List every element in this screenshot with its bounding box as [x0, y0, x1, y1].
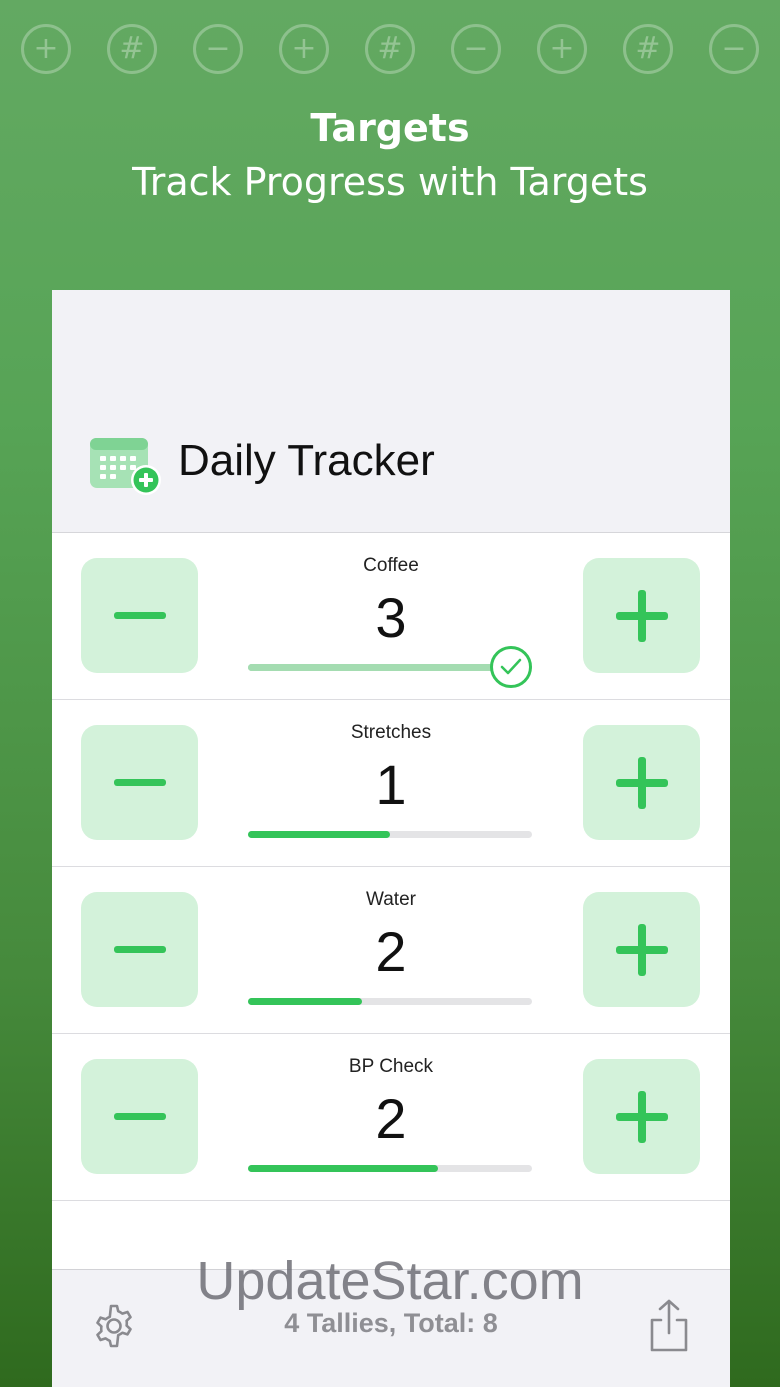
increment-button[interactable] — [583, 1059, 700, 1174]
tally-row: Coffee 3 — [52, 533, 730, 700]
increment-button[interactable] — [583, 725, 700, 840]
plus-icon — [615, 1090, 668, 1143]
progress-fill — [248, 831, 390, 838]
app-screen: Daily Tracker Coffee 3 Stretches 1 Water… — [52, 290, 730, 1387]
tally-row: BP Check 2 — [52, 1034, 730, 1201]
promo-subheadline: Track Progress with Targets — [132, 160, 648, 204]
minus-circle-icon: − — [193, 24, 243, 74]
decorative-icon-strip: + # − + # − + # − — [0, 24, 780, 74]
plus-icon — [615, 756, 668, 809]
target-met-check-icon — [490, 646, 532, 688]
progress-bar — [248, 831, 532, 838]
plus-circle-icon: + — [21, 24, 71, 74]
hash-circle-icon: # — [623, 24, 673, 74]
tally-row: Water 2 — [52, 867, 730, 1034]
hash-circle-icon: # — [365, 24, 415, 74]
progress-fill — [248, 1165, 439, 1172]
increment-button[interactable] — [583, 558, 700, 673]
minus-circle-icon: − — [451, 24, 501, 74]
minus-circle-icon: − — [709, 24, 759, 74]
tally-row: Stretches 1 — [52, 700, 730, 867]
progress-bar — [248, 998, 532, 1005]
tally-summary: 4 Tallies, Total: 8 — [284, 1308, 498, 1338]
page-title: Daily Tracker — [178, 436, 435, 485]
increment-button[interactable] — [583, 892, 700, 1007]
progress-bar — [248, 1165, 532, 1172]
plus-circle-icon: + — [537, 24, 587, 74]
tally-list: Coffee 3 Stretches 1 Water 2 BP Check 2 — [52, 533, 730, 1201]
app-header: Daily Tracker — [52, 290, 730, 533]
promo-headline: Targets — [310, 106, 470, 150]
plus-circle-icon: + — [279, 24, 329, 74]
plus-icon — [615, 589, 668, 642]
hash-circle-icon: # — [107, 24, 157, 74]
watermark: UpdateStar.com — [196, 1251, 584, 1311]
plus-icon — [615, 923, 668, 976]
progress-fill — [248, 998, 362, 1005]
calendar-add-icon — [88, 434, 162, 496]
